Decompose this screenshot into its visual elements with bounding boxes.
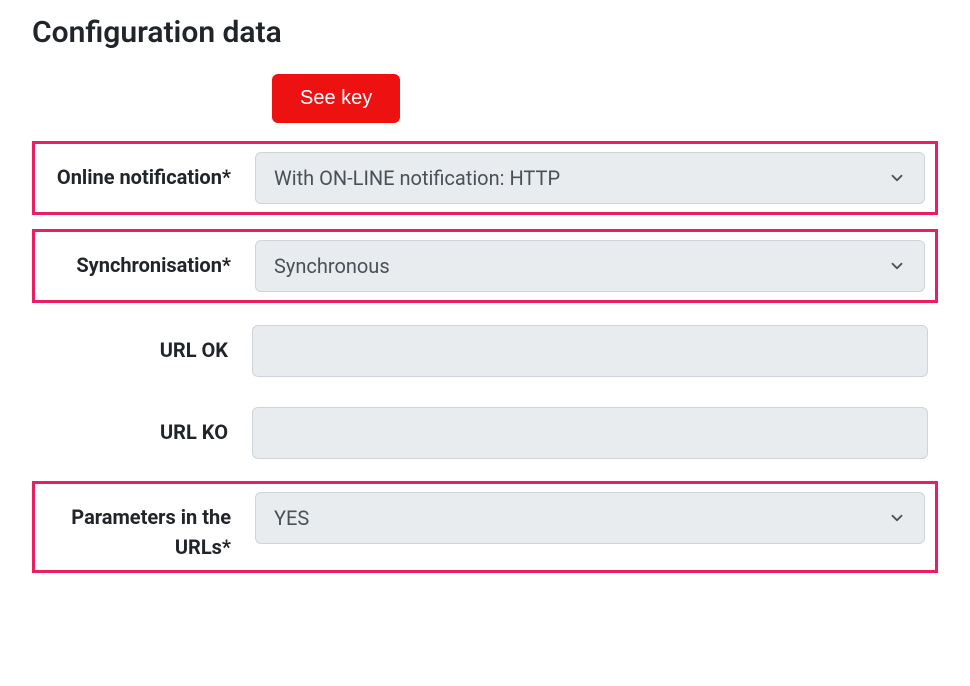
form-row-synchronisation: Synchronisation* Synchronous (32, 229, 938, 303)
input-url-ko[interactable] (252, 407, 928, 459)
label-online-notification: Online notification* (45, 152, 255, 192)
label-url-ok: URL OK (42, 325, 252, 365)
page-title: Configuration data (32, 15, 938, 50)
control-wrapper-online-notification: With ON-LINE notification: HTTP (255, 152, 925, 204)
form-row-url-ko: URL KO (32, 399, 938, 467)
control-wrapper-synchronisation: Synchronous (255, 240, 925, 292)
chevron-down-icon (888, 509, 906, 527)
control-wrapper-url-ok (252, 325, 928, 377)
select-value: Synchronous (274, 254, 390, 278)
form-row-online-notification: Online notification* With ON-LINE notifi… (32, 141, 938, 215)
configuration-panel: Configuration data See key Online notifi… (0, 0, 970, 573)
form-row-parameters-in-urls: Parameters in the URLs* YES (32, 481, 938, 573)
control-wrapper-parameters-in-urls: YES (255, 492, 925, 544)
control-wrapper-url-ko (252, 407, 928, 459)
label-synchronisation: Synchronisation* (45, 240, 255, 280)
select-value: YES (274, 506, 309, 530)
input-url-ok[interactable] (252, 325, 928, 377)
select-synchronisation[interactable]: Synchronous (255, 240, 925, 292)
select-parameters-in-urls[interactable]: YES (255, 492, 925, 544)
action-row: See key (32, 74, 938, 123)
chevron-down-icon (888, 169, 906, 187)
form-row-url-ok: URL OK (32, 317, 938, 385)
select-value: With ON-LINE notification: HTTP (274, 166, 560, 190)
see-key-button[interactable]: See key (272, 74, 400, 123)
select-online-notification[interactable]: With ON-LINE notification: HTTP (255, 152, 925, 204)
chevron-down-icon (888, 257, 906, 275)
label-parameters-in-urls: Parameters in the URLs* (45, 492, 255, 562)
label-url-ko: URL KO (42, 407, 252, 447)
